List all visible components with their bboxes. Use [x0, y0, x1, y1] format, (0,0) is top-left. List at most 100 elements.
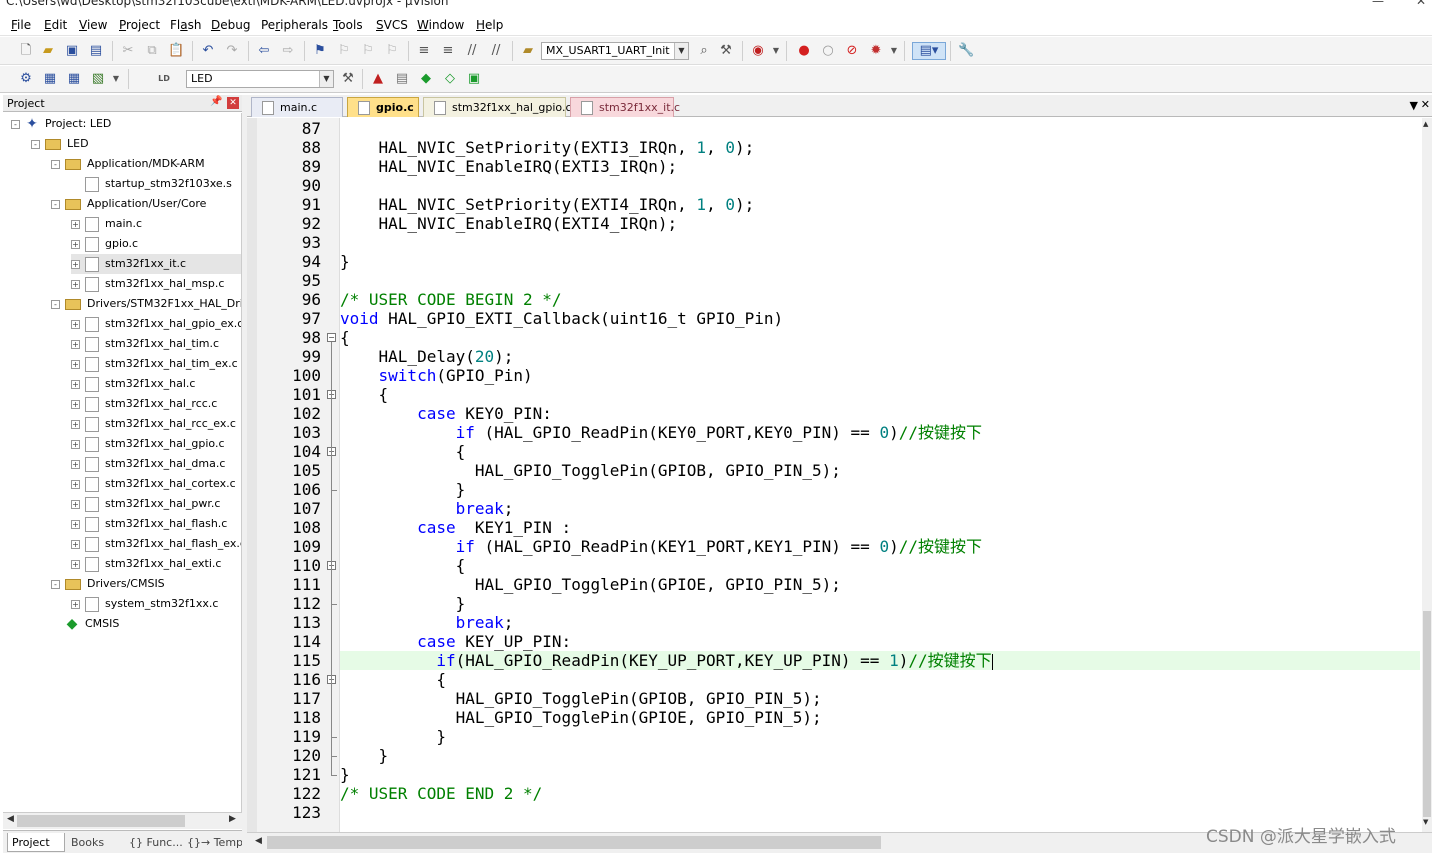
code-line[interactable]: {	[340, 670, 446, 689]
new-file-icon[interactable]: 🗋	[18, 43, 34, 59]
copy-icon[interactable]: ⧉	[144, 43, 160, 59]
tree-item[interactable]: - Drivers/STM32F1xx_HAL_Driv	[51, 294, 241, 314]
tree-item[interactable]: + stm32f1xx_hal_cortex.c	[71, 474, 241, 494]
insert-breakpoint-icon[interactable]: ●	[796, 43, 812, 59]
expand-icon[interactable]: +	[71, 399, 80, 409]
scroll-left-icon[interactable]: ◀	[255, 836, 262, 846]
scroll-right-icon[interactable]: ▶	[229, 814, 236, 824]
tree-item[interactable]: + stm32f1xx_hal_flash.c	[71, 514, 241, 534]
expand-icon[interactable]: +	[71, 259, 80, 269]
collapse-icon[interactable]: -	[11, 119, 20, 129]
panel-tab[interactable]: {}→ Temp...	[183, 833, 254, 852]
tree-item[interactable]: - Drivers/CMSIS	[51, 574, 241, 594]
batch-build-icon[interactable]: ▧	[90, 71, 106, 87]
build-icon[interactable]: ▦	[42, 71, 58, 87]
pin-icon[interactable]: 📌	[210, 96, 222, 107]
pack-installer-icon[interactable]: ▣	[466, 71, 482, 87]
indent-icon[interactable]: ≡	[416, 43, 432, 59]
code-line[interactable]: case KEY0_PIN:	[340, 404, 552, 423]
expand-icon[interactable]: +	[71, 239, 80, 249]
menu-item[interactable]: Tools	[333, 18, 363, 32]
comment-icon[interactable]: //	[464, 43, 480, 59]
menu-item[interactable]: Debug	[211, 18, 250, 32]
code-line[interactable]: if (HAL_GPIO_ReadPin(KEY0_PORT,KEY0_PIN)…	[340, 423, 982, 442]
expand-icon[interactable]: +	[71, 539, 80, 549]
window-layout-icon[interactable]: ▤▾	[912, 42, 946, 60]
tab-stm32f1xx-hal-gpio-c[interactable]: stm32f1xx_hal_gpio.c	[423, 97, 572, 117]
manage-multi-project-icon[interactable]: ▤	[394, 71, 410, 87]
tree-item[interactable]: + stm32f1xx_hal_rcc_ex.c	[71, 414, 241, 434]
menu-item[interactable]: Project	[119, 18, 160, 32]
tab-main-c[interactable]: main.c	[251, 97, 343, 117]
incremental-find-icon[interactable]: ⚒	[718, 43, 734, 59]
manage-rte-icon[interactable]: ◆	[418, 71, 434, 87]
tree-item[interactable]: + stm32f1xx_hal_msp.c	[71, 274, 241, 294]
expand-icon[interactable]: +	[71, 339, 80, 349]
find-in-files-icon[interactable]: ▰	[520, 43, 536, 59]
debug-session-icon[interactable]: ◉	[750, 43, 766, 59]
expand-icon[interactable]: +	[71, 459, 80, 469]
save-icon[interactable]: ▣	[64, 43, 80, 59]
code-line[interactable]: case KEY1_PIN :	[340, 518, 571, 537]
tree-item[interactable]: - Application/User/Core	[51, 194, 241, 214]
code-editor[interactable]: 87 88 HAL_NVIC_SetPriority(EXTI3_IRQn, 1,…	[247, 118, 1422, 832]
code-line[interactable]: HAL_NVIC_EnableIRQ(EXTI4_IRQn);	[340, 214, 678, 233]
panel-tab[interactable]: {} Func...	[125, 833, 183, 852]
code-line[interactable]: {	[340, 328, 350, 347]
tab-gpio-c[interactable]: gpio.c	[347, 97, 419, 117]
tree-item[interactable]: + stm32f1xx_it.c	[71, 254, 241, 274]
breakpoint-margin[interactable]	[247, 118, 257, 832]
nav-forward-icon[interactable]: ⇨	[280, 43, 296, 59]
unindent-icon[interactable]: ≡	[440, 43, 456, 59]
panel-tab[interactable]: Project	[7, 833, 65, 852]
code-line[interactable]: switch(GPIO_Pin)	[340, 366, 533, 385]
function-combo[interactable]: MX_USART1_UART_Init ▼	[541, 42, 689, 60]
expand-icon[interactable]: +	[71, 439, 80, 449]
expand-icon[interactable]: +	[71, 419, 80, 429]
close-icon[interactable]: ✕	[1416, 0, 1426, 8]
tree-item[interactable]: + stm32f1xx_hal.c	[71, 374, 241, 394]
code-line[interactable]: HAL_GPIO_TogglePin(GPIOE, GPIO_PIN_5);	[340, 575, 841, 594]
expand-icon[interactable]: +	[71, 279, 80, 289]
target-combo[interactable]: LED ▼	[186, 70, 334, 88]
chevron-down-icon[interactable]: ▼	[886, 43, 902, 59]
scrollbar-thumb[interactable]	[1423, 611, 1431, 817]
scroll-up-icon[interactable]: ▲	[1423, 120, 1428, 128]
menu-item[interactable]: File	[11, 18, 31, 32]
chevron-down-icon[interactable]: ▼	[674, 43, 688, 59]
close-icon[interactable]: ✕	[1421, 98, 1430, 111]
code-line[interactable]: HAL_GPIO_TogglePin(GPIOB, GPIO_PIN_5);	[340, 461, 841, 480]
code-line[interactable]: HAL_GPIO_TogglePin(GPIOE, GPIO_PIN_5);	[340, 708, 822, 727]
code-line[interactable]: }	[340, 727, 446, 746]
menu-item[interactable]: SVCS	[376, 18, 408, 32]
expand-icon[interactable]: +	[71, 379, 80, 389]
code-line[interactable]: HAL_GPIO_TogglePin(GPIOB, GPIO_PIN_5);	[340, 689, 822, 708]
close-icon[interactable]: ✕	[227, 97, 239, 109]
redo-icon[interactable]: ↷	[224, 43, 240, 59]
expand-icon[interactable]: +	[71, 519, 80, 529]
code-line[interactable]: HAL_NVIC_SetPriority(EXTI4_IRQn, 1, 0);	[340, 195, 755, 214]
fold-collapse-icon[interactable]: −	[327, 333, 336, 342]
project-tree-scrollbar[interactable]: ◀ ▶	[3, 812, 242, 829]
scroll-left-icon[interactable]: ◀	[7, 814, 14, 824]
code-line[interactable]: if(HAL_GPIO_ReadPin(KEY_UP_PORT,KEY_UP_P…	[340, 651, 993, 670]
menu-item[interactable]: Window	[417, 18, 464, 32]
tree-item[interactable]: + stm32f1xx_hal_exti.c	[71, 554, 241, 574]
kill-breakpoints-icon[interactable]: ✹	[868, 43, 884, 59]
menu-item[interactable]: Edit	[44, 18, 67, 32]
menu-item[interactable]: Peripherals	[261, 18, 328, 32]
panel-tab[interactable]: Books	[67, 833, 123, 852]
expand-icon[interactable]: +	[71, 319, 80, 329]
paste-icon[interactable]: 📋	[168, 43, 184, 59]
menu-item[interactable]: View	[79, 18, 107, 32]
code-line[interactable]: if (HAL_GPIO_ReadPin(KEY1_PORT,KEY1_PIN)…	[340, 537, 982, 556]
expand-icon[interactable]: +	[71, 479, 80, 489]
code-line[interactable]: /* USER CODE END 2 */	[340, 784, 542, 803]
download-icon[interactable]: LD	[156, 71, 172, 87]
cut-icon[interactable]: ✂	[120, 43, 136, 59]
undo-icon[interactable]: ↶	[200, 43, 216, 59]
tree-item[interactable]: + stm32f1xx_hal_tim_ex.c	[71, 354, 241, 374]
code-line[interactable]: {	[340, 556, 466, 575]
tree-item[interactable]: - LED	[31, 134, 241, 154]
rebuild-icon[interactable]: ▦	[66, 71, 82, 87]
